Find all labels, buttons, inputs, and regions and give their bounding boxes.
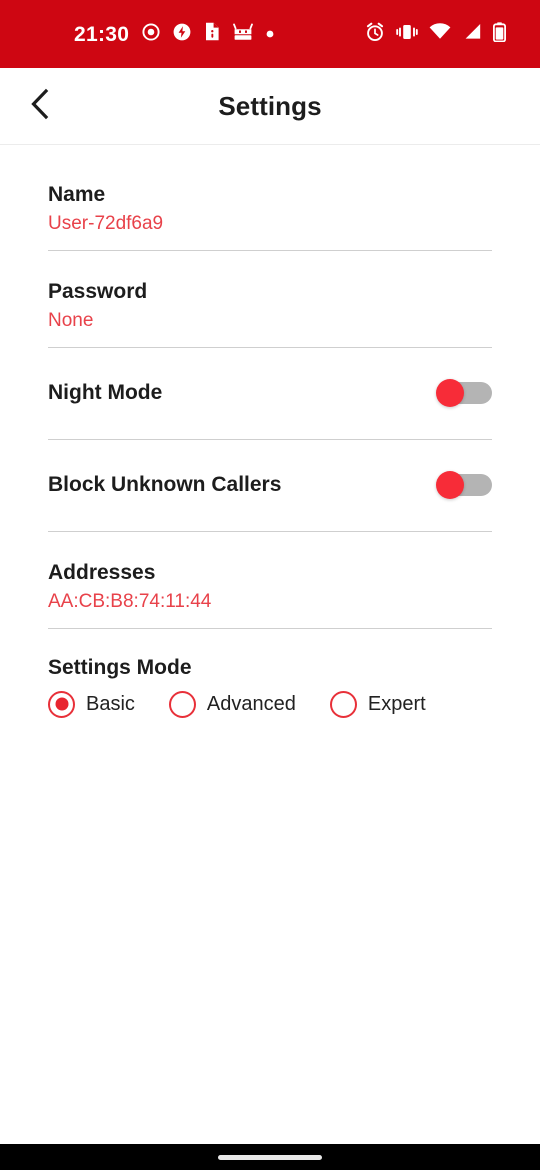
radio-basic-label: Basic — [86, 692, 135, 715]
radio-advanced-label: Advanced — [206, 692, 296, 715]
night-mode-toggle[interactable] — [436, 378, 492, 408]
setting-row-block-unknown-callers[interactable]: Block Unknown Callers — [48, 440, 492, 532]
status-bar-right-group — [365, 21, 524, 47]
alarm-clock-icon — [365, 22, 385, 47]
name-label: Name — [48, 183, 106, 206]
file-document-icon — [204, 22, 220, 46]
password-label: Password — [48, 279, 148, 303]
vibrate-icon — [396, 23, 418, 46]
setting-row-settings-mode: Settings Mode Basic Advanced Expert — [48, 629, 492, 718]
radio-option-advanced[interactable]: Advanced — [168, 690, 296, 718]
block-unknown-callers-toggle[interactable] — [436, 470, 492, 500]
radio-expert-icon[interactable] — [329, 690, 357, 718]
battery-icon — [492, 21, 506, 47]
back-button[interactable] — [14, 80, 66, 132]
radio-option-expert[interactable]: Expert — [329, 690, 426, 718]
radio-basic-icon[interactable] — [48, 690, 75, 718]
radio-expert-label: Expert — [367, 692, 426, 715]
settings-list: Name User-72df6a9 Password None Night Mo… — [0, 145, 540, 1144]
addresses-value: AA:CB:B8:74:11:44 — [48, 591, 212, 613]
addresses-label: Addresses — [48, 560, 156, 584]
setting-row-addresses[interactable]: Addresses AA:CB:B8:74:11:44 — [48, 532, 492, 629]
system-navigation-bar — [0, 1144, 540, 1170]
settings-mode-label: Settings Mode — [48, 655, 192, 679]
app-bar: Settings — [0, 68, 540, 145]
status-bar: 21:30 — [0, 0, 540, 68]
name-value: User-72df6a9 — [48, 213, 164, 235]
radio-option-basic[interactable]: Basic — [48, 690, 135, 718]
setting-row-night-mode[interactable]: Night Mode — [48, 348, 492, 440]
settings-mode-radio-group: Basic Advanced Expert — [48, 690, 492, 718]
flash-circle-icon — [173, 23, 191, 46]
setting-row-name[interactable]: Name User-72df6a9 — [48, 145, 492, 251]
status-bar-left-group: 21:30 — [0, 22, 274, 46]
status-bar-clock: 21:30 — [74, 22, 130, 46]
wifi-icon — [429, 23, 451, 45]
gesture-handle[interactable] — [218, 1154, 322, 1160]
cell-signal-icon — [462, 23, 482, 45]
toggle-thumb — [436, 470, 464, 499]
setting-row-password[interactable]: Password None — [48, 251, 492, 348]
phone-screen: 21:30 Settings Name User-72df6a9 Passwor… — [0, 0, 540, 1170]
night-mode-label: Night Mode — [48, 380, 163, 404]
dot-indicator-icon — [266, 25, 274, 43]
android-robot-icon — [233, 23, 254, 46]
radio-advanced-icon[interactable] — [168, 690, 196, 718]
block-unknown-callers-label: Block Unknown Callers — [48, 472, 282, 496]
password-value: None — [48, 310, 94, 332]
record-circle-icon — [142, 22, 160, 46]
chevron-left-icon — [27, 88, 53, 125]
page-title: Settings — [218, 90, 322, 121]
toggle-thumb — [436, 378, 464, 407]
